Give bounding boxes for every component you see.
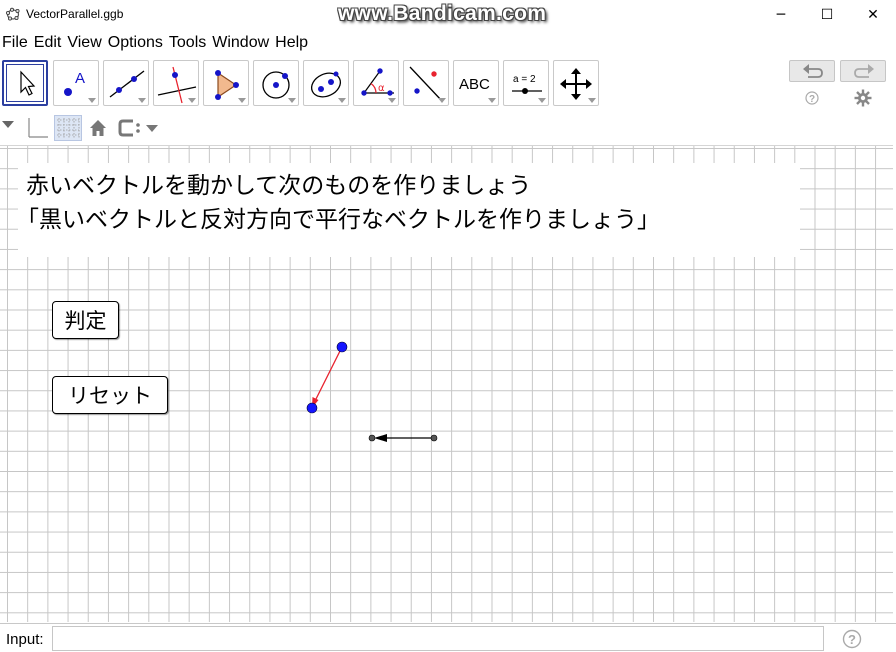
svg-text:?: ? <box>848 632 856 647</box>
angle-tool[interactable]: α <box>353 60 399 106</box>
alpha-label: α <box>378 83 385 94</box>
style-bar <box>0 114 896 142</box>
input-bar: Input: ? <box>0 623 896 652</box>
grid-toggle-icon <box>57 118 80 138</box>
menu-file[interactable]: File <box>0 31 31 55</box>
redo-button[interactable] <box>840 60 886 82</box>
menu-tools[interactable]: Tools <box>166 31 209 55</box>
minimize-icon: ─ <box>776 7 786 23</box>
perpendicular-line-tool[interactable] <box>153 60 199 106</box>
input-field[interactable] <box>52 626 824 651</box>
ellipse-tool[interactable] <box>303 60 349 106</box>
geogebra-window: VectorParallel.ggb www.Bandicam.com ─ ☐ … <box>0 0 896 652</box>
menu-window[interactable]: Window <box>209 31 272 55</box>
text-tool-label: ABC <box>459 76 490 93</box>
window-title: VectorParallel.ggb <box>26 7 124 21</box>
menu-bar: File Edit View Options Tools Window Help <box>0 31 896 55</box>
menu-view[interactable]: View <box>64 31 104 55</box>
slider-tool-label: a = 2 <box>513 74 536 85</box>
graphics-view[interactable]: 赤いベクトルを動かして次のものを作りましょう 「黒いベクトルと反対方向で平行なベ… <box>0 145 893 622</box>
slider-tool[interactable]: a = 2 <box>503 60 549 106</box>
maximize-button[interactable]: ☐ <box>804 0 850 30</box>
red-vector[interactable] <box>313 346 343 403</box>
point-capture-icon[interactable] <box>117 118 147 138</box>
redo-icon <box>854 64 874 78</box>
graphics-canvas <box>306 341 438 442</box>
polygon-tool[interactable] <box>203 60 249 106</box>
close-button[interactable]: ✕ <box>850 0 896 30</box>
title-bar: VectorParallel.ggb www.Bandicam.com ─ ☐ … <box>0 0 896 30</box>
dropdown-arrow-icon[interactable] <box>145 122 159 136</box>
black-vector-end-point <box>368 434 376 442</box>
toolbar: A α ABC a = 2 ? <box>0 57 896 113</box>
axes-toggle-icon[interactable] <box>24 116 50 140</box>
menu-edit[interactable]: Edit <box>31 31 65 55</box>
text-tool[interactable]: ABC <box>453 60 499 106</box>
menu-options[interactable]: Options <box>105 31 166 55</box>
reflect-tool[interactable] <box>403 60 449 106</box>
svg-text:?: ? <box>809 94 815 105</box>
point-tool[interactable]: A <box>53 60 99 106</box>
grid-toggle-button[interactable] <box>54 115 82 141</box>
input-help-icon[interactable]: ? <box>842 629 862 649</box>
home-icon[interactable] <box>88 118 108 138</box>
geogebra-logo-icon <box>6 7 20 21</box>
maximize-icon: ☐ <box>820 7 834 23</box>
black-vector-arrowhead <box>374 434 387 442</box>
undo-icon <box>803 64 823 78</box>
bandicam-watermark: www.Bandicam.com <box>338 2 547 25</box>
stylebar-toggle-icon[interactable] <box>1 118 15 132</box>
gear-icon[interactable] <box>854 89 872 107</box>
input-label: Input: <box>6 631 44 648</box>
circle-tool[interactable] <box>253 60 299 106</box>
move-graphics-view-tool[interactable] <box>553 60 599 106</box>
menu-help[interactable]: Help <box>272 31 311 55</box>
close-icon: ✕ <box>867 7 879 23</box>
help-icon[interactable]: ? <box>805 91 819 105</box>
line-tool[interactable] <box>103 60 149 106</box>
point-label: A <box>75 70 85 87</box>
arrow-cursor-icon <box>20 70 36 96</box>
minimize-button[interactable]: ─ <box>758 0 804 30</box>
red-vector-start-point[interactable] <box>336 341 348 353</box>
black-vector-start-point <box>430 434 438 442</box>
undo-button[interactable] <box>789 60 835 82</box>
move-tool[interactable] <box>2 60 48 106</box>
red-vector-end-point[interactable] <box>306 402 318 414</box>
